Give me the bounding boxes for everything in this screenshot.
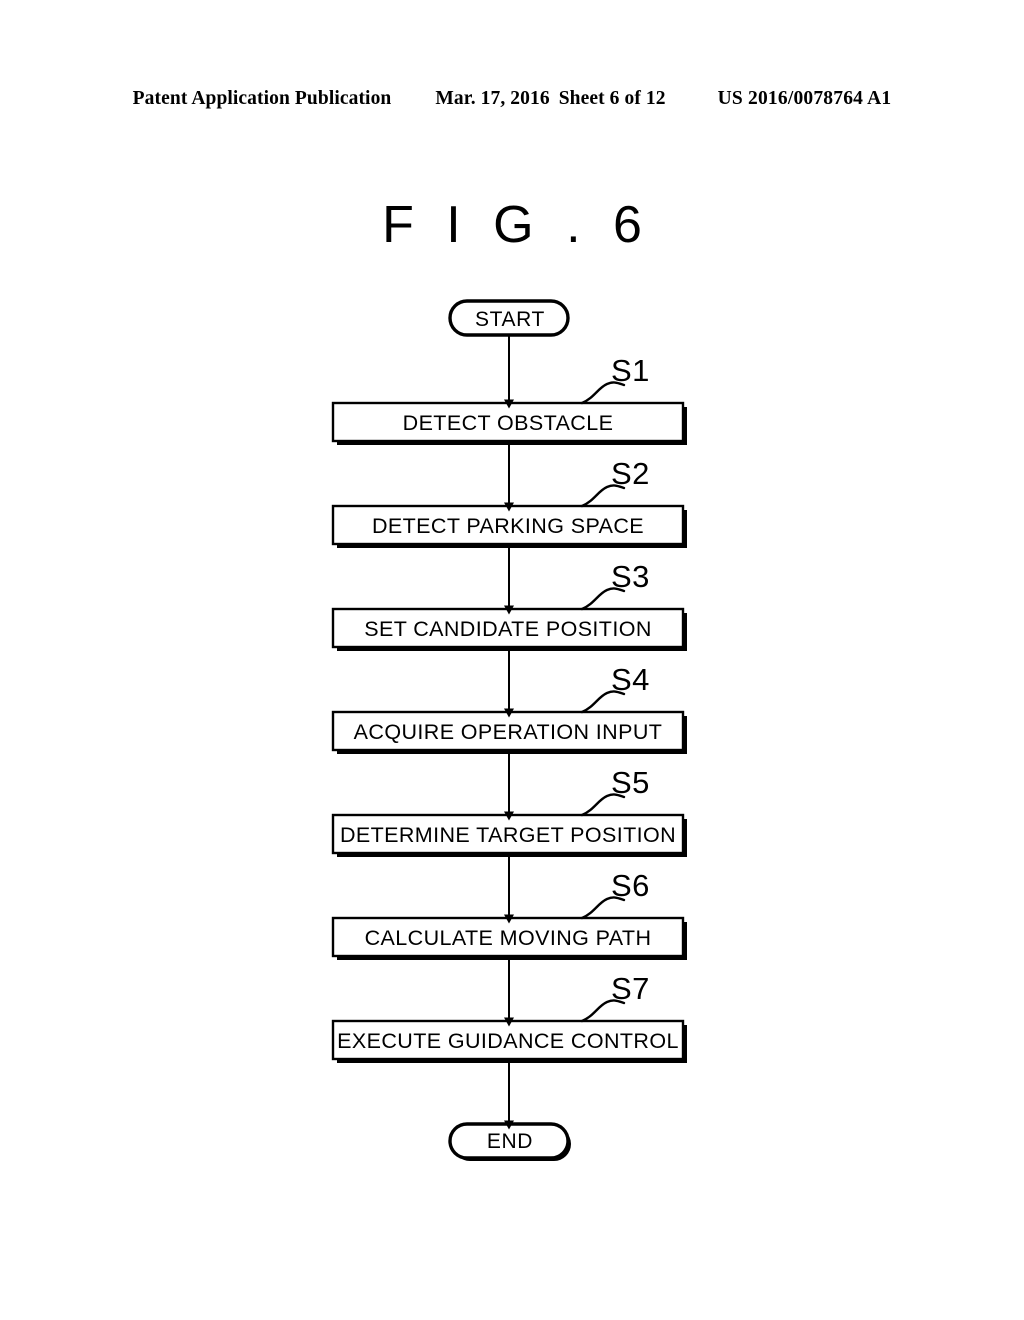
flowchart-diagram: START END DETECT OBSTACLE DETECT PARKING… xyxy=(0,0,1024,1320)
process-box-s1 xyxy=(331,401,687,445)
leader-line-s7 xyxy=(580,999,626,1023)
end-terminator-shape xyxy=(448,1122,571,1161)
flowchart-graphics xyxy=(331,299,687,1161)
process-box-s5 xyxy=(331,813,687,857)
process-box-s6 xyxy=(331,916,687,960)
process-box-s7 xyxy=(331,1019,687,1063)
leader-line-s1 xyxy=(580,381,626,405)
leader-line-s6 xyxy=(580,896,626,920)
leader-line-s3 xyxy=(580,587,626,611)
process-box-s2 xyxy=(331,504,687,548)
leader-line-s4 xyxy=(580,690,626,714)
process-box-s3 xyxy=(331,607,687,651)
leader-line-s5 xyxy=(580,793,626,817)
start-terminator-shape xyxy=(448,299,570,337)
leader-line-s2 xyxy=(580,484,626,508)
process-box-s4 xyxy=(331,710,687,754)
